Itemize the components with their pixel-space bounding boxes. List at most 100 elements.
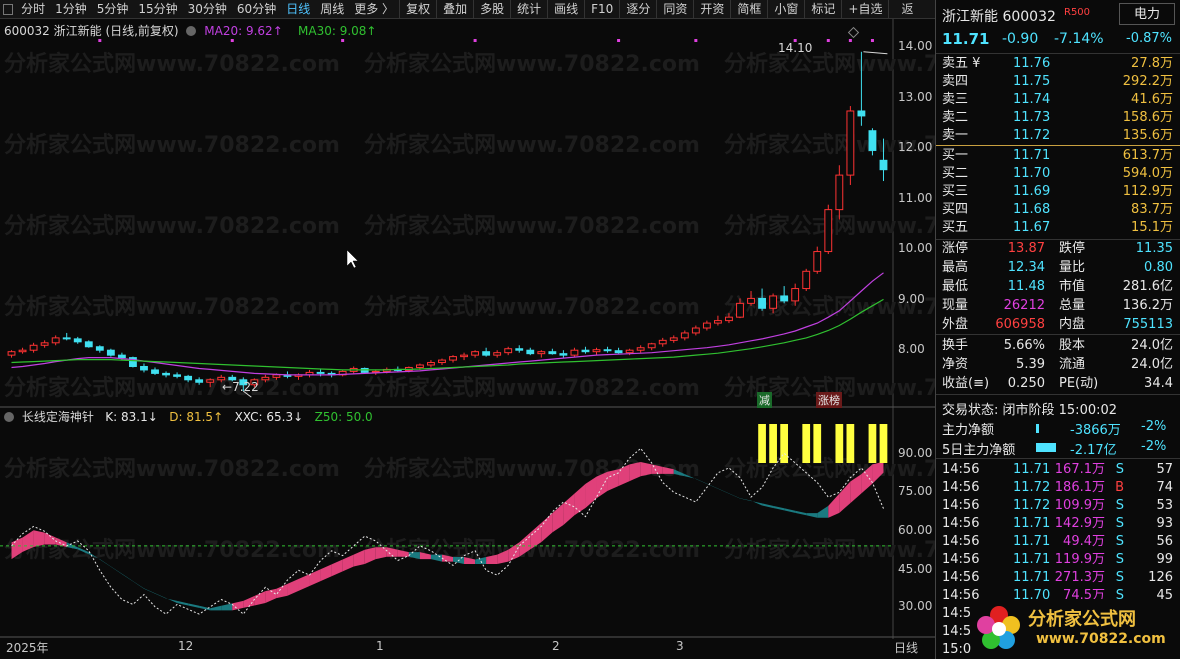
btn-add-watchlist[interactable]: +自选 (841, 0, 888, 19)
date-tick-12: 12 (178, 639, 194, 653)
candle-body (117, 354, 126, 359)
candle-body (316, 371, 325, 374)
tab-1min[interactable]: 1分钟 (50, 0, 92, 19)
candle-body (449, 356, 457, 361)
btn-jiankuang[interactable]: 简框 (730, 0, 767, 19)
stat-row: 收益(≡) 0.250 PE(动) 34.4 (936, 375, 1180, 393)
watermark-text: 分析家公式网www.70822.com (364, 375, 700, 401)
tab-daily[interactable]: 日线 (281, 0, 315, 19)
stat-label-2: 总量 (1059, 298, 1086, 313)
last-price: 11.71 (942, 30, 990, 48)
ask-volume: 292.2万 (1122, 74, 1173, 89)
candle-body (879, 159, 888, 171)
btn-f10[interactable]: F10 (584, 0, 619, 19)
signal-bar (769, 424, 777, 463)
period-toolbar: 分时 1分钟 5分钟 15分钟 30分钟 60分钟 日线 周线 更多 〉 复权 … (0, 0, 935, 35)
watermark-text: 分析家公式网www.70822.com (724, 537, 935, 563)
ask-row: 卖三 11.74 41.6万 (936, 91, 1180, 109)
flower-logo-icon (977, 606, 1020, 649)
tab-60min[interactable]: 60分钟 (232, 0, 281, 19)
candle-body (636, 347, 645, 351)
btn-zhufen[interactable]: 逐分 (619, 0, 656, 19)
candle-body (857, 110, 866, 117)
signal-dot (473, 39, 477, 42)
sector-button[interactable]: 电力 (1119, 3, 1175, 25)
bid-volume: 83.7万 (1131, 202, 1173, 217)
candle-body (151, 369, 159, 374)
candle-body (691, 327, 700, 334)
ask-price: 11.76 (1013, 56, 1051, 71)
watermark-text: 分析家公式网www.70822.com (4, 213, 340, 239)
bid-price: 11.67 (1013, 220, 1051, 235)
candle-body (51, 337, 60, 344)
btn-tongji[interactable]: 统计 (510, 0, 547, 19)
tab-30min[interactable]: 30分钟 (183, 0, 232, 19)
signal-bar (846, 424, 855, 463)
tab-fenshi[interactable]: 分时 (16, 0, 50, 19)
candle-body (669, 337, 678, 341)
ask-row: 卖一 11.72 135.6万 (936, 127, 1180, 145)
signal-bar (868, 424, 877, 463)
bid-row: 买三 11.69 112.9万 (936, 183, 1180, 201)
settings-circle-icon[interactable] (186, 26, 197, 36)
btn-diejia[interactable]: 叠加 (436, 0, 473, 19)
stat-value: 606958 (995, 317, 1045, 332)
candle-body (802, 270, 811, 290)
bid-label: 买二 (942, 166, 969, 181)
xxc-legend: XXC: 65.3↓ (234, 410, 304, 424)
watermark-text: 分析家公式网www.70822.com (4, 294, 340, 320)
btn-huaxian[interactable]: 画线 (547, 0, 584, 19)
ma30-legend: MA30: 9.08↑ (298, 24, 377, 38)
stat-label-2: 流通 (1059, 357, 1086, 372)
ask-volume: 41.6万 (1131, 92, 1173, 107)
kline-chart-area[interactable]: 分析家公式网www.70822.com 分析家公式网www.70822.com 分析… (0, 19, 935, 659)
ask-price: 11.73 (1013, 110, 1051, 125)
btn-duogu[interactable]: 多股 (473, 0, 510, 19)
tick-volume: 271.3万 (1054, 570, 1105, 585)
bid-volume: 613.7万 (1122, 148, 1173, 163)
tab-weekly[interactable]: 周线 (315, 0, 349, 19)
logo-url: www.70822.com (1036, 631, 1166, 647)
main5-flow-pct: -2% (1141, 439, 1167, 454)
back-button[interactable]: 返回 (888, 0, 935, 35)
btn-biaoji[interactable]: 标记 (804, 0, 841, 19)
ask-label: 卖三 (942, 92, 969, 107)
watermark-text: 分析家公式网www.70822.com (364, 51, 700, 77)
tab-15min[interactable]: 15分钟 (133, 0, 182, 19)
chart-canvas[interactable]: 分析家公式网www.70822.com 分析家公式网www.70822.com 分析… (0, 19, 935, 659)
candle-body (84, 341, 93, 348)
stat-value-2: 24.0亿 (1131, 338, 1173, 353)
stat-value: 5.39 (1016, 357, 1045, 372)
ask-volume: 158.6万 (1122, 110, 1173, 125)
tab-more[interactable]: 更多 〉 (349, 0, 399, 19)
btn-tongzi[interactable]: 同资 (656, 0, 693, 19)
stat-label-2: 跌停 (1059, 241, 1086, 256)
btn-kaizi[interactable]: 开资 (693, 0, 730, 19)
ask-label: 卖四 (942, 74, 969, 89)
bid-row: 买五 11.67 15.1万 (936, 219, 1180, 237)
stat-value: 5.66% (1003, 338, 1045, 353)
signal-bar (758, 424, 766, 463)
btn-xiaochuang[interactable]: 小窗 (767, 0, 804, 19)
candle-body (548, 351, 557, 355)
candle-body (747, 297, 755, 304)
candle-body (162, 372, 170, 376)
candle-body (702, 322, 711, 329)
window-restore-icon[interactable] (3, 3, 14, 15)
tab-5min[interactable]: 5分钟 (92, 0, 134, 19)
btn-fuquan[interactable]: 复权 (399, 0, 436, 19)
tick-volume: 186.1万 (1054, 480, 1105, 495)
stat-label: 收益(≡) (942, 376, 990, 391)
indicator-settings-icon[interactable] (4, 412, 14, 422)
candle-body (570, 349, 579, 356)
tick-row: 14:56 11.71 271.3万 S 126 (936, 569, 1180, 587)
candle-body (482, 351, 491, 356)
stat-value: 0.250 (1007, 376, 1045, 391)
bid-row: 买一 11.71 613.7万 (936, 147, 1180, 165)
bid-row: 买四 11.68 83.7万 (936, 201, 1180, 219)
low-arrow-icon: ← (222, 380, 233, 394)
sector-pct: -0.87% (1126, 31, 1172, 46)
candle-body (824, 209, 833, 253)
tick-time: 14:56 (942, 498, 980, 513)
bid-price: 11.71 (1013, 148, 1051, 163)
